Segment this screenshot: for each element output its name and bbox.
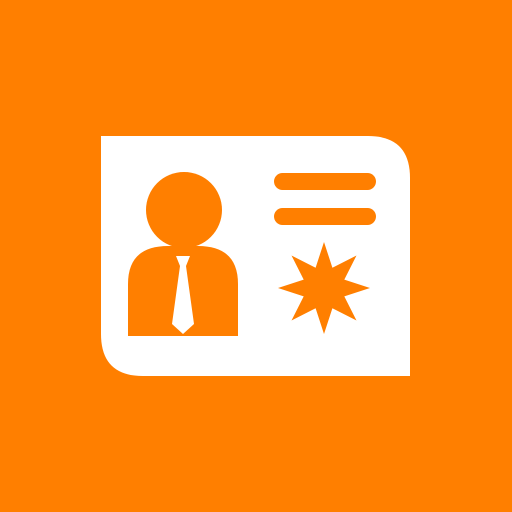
text-line-2 [274,208,376,225]
text-line-1 [274,173,376,190]
star-badge-icon [278,242,370,334]
id-card-app-icon [0,0,512,512]
id-card-icon [0,0,512,512]
person-head [146,172,222,248]
